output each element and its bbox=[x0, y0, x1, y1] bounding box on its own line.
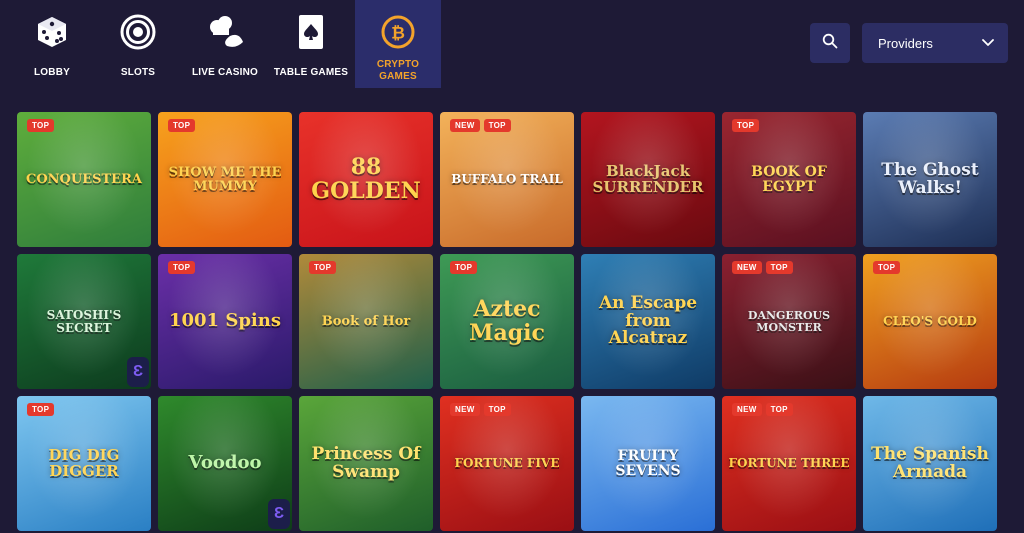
game-tile[interactable]: FORTUNE FIVE NEW TOP bbox=[440, 396, 574, 531]
game-tile[interactable]: The Ghost Walks! bbox=[863, 112, 997, 247]
game-title: BOOK OF EGYPT bbox=[751, 163, 827, 195]
badge-group: TOP bbox=[309, 261, 337, 274]
bitcoin-icon: ₿ bbox=[378, 12, 418, 52]
target-icon bbox=[118, 12, 158, 52]
playing-card-icon bbox=[291, 12, 331, 52]
badge-group: TOP bbox=[27, 403, 55, 416]
game-tile[interactable]: BUFFALO TRAIL NEW TOP bbox=[440, 112, 574, 247]
game-tile[interactable]: Princess Of Swamp bbox=[299, 396, 433, 531]
game-tile[interactable]: CONQUESTERA TOP bbox=[17, 112, 151, 247]
search-button[interactable] bbox=[810, 23, 850, 63]
new-badge: NEW bbox=[450, 403, 480, 416]
game-grid: CONQUESTERA TOP SHOW ME THE MUMMY TOP 88 GOL… bbox=[17, 112, 999, 531]
badge-group: TOP bbox=[168, 261, 196, 274]
game-title: SHOW ME THE MUMMY bbox=[168, 164, 282, 194]
svg-text:₿: ₿ bbox=[391, 24, 405, 44]
badge-group: TOP bbox=[873, 261, 901, 274]
badge-group: TOP bbox=[168, 119, 196, 132]
badge-group: TOP bbox=[732, 119, 760, 132]
game-title: An Escape from Alcatraz bbox=[598, 292, 698, 349]
game-title: BUFFALO TRAIL bbox=[451, 172, 563, 187]
top-badge: TOP bbox=[732, 119, 760, 132]
game-title: 88 GOLDEN bbox=[311, 154, 421, 204]
top-badge: TOP bbox=[168, 119, 196, 132]
game-tile[interactable]: SATOSHI'S SECRET Ɛ bbox=[17, 254, 151, 389]
nav-label: LOBBY bbox=[34, 67, 70, 78]
game-title: Aztec Magic bbox=[469, 296, 545, 346]
search-icon bbox=[822, 33, 838, 54]
game-tile[interactable]: The Spanish Armada bbox=[863, 396, 997, 531]
top-badge: TOP bbox=[765, 261, 793, 274]
badge-group: TOP bbox=[450, 261, 478, 274]
providers-dropdown[interactable]: Providers bbox=[862, 23, 1008, 63]
game-tile[interactable]: CLEO'S GOLD TOP bbox=[863, 254, 997, 389]
game-tile[interactable]: DIG DIG DIGGER TOP bbox=[17, 396, 151, 531]
game-tile[interactable]: Book of Hor TOP bbox=[299, 254, 433, 389]
top-badge: TOP bbox=[873, 261, 901, 274]
game-title: Voodoo bbox=[188, 452, 262, 474]
game-title: FORTUNE THREE bbox=[728, 456, 850, 471]
game-tile[interactable]: BOOK OF EGYPT TOP bbox=[722, 112, 856, 247]
game-tile[interactable]: SHOW ME THE MUMMY TOP bbox=[158, 112, 292, 247]
provider-logo-icon: Ɛ bbox=[268, 499, 290, 529]
top-badge: TOP bbox=[483, 403, 511, 416]
nav-label: CRYPTO GAMES bbox=[376, 59, 420, 82]
game-tile[interactable]: FORTUNE THREE NEW TOP bbox=[722, 396, 856, 531]
badge-group: NEW TOP bbox=[732, 403, 793, 416]
new-badge: NEW bbox=[732, 403, 762, 416]
provider-logo-icon: Ɛ bbox=[127, 357, 149, 387]
nav-label: SLOTS bbox=[120, 67, 156, 78]
top-badge: TOP bbox=[483, 119, 511, 132]
top-navigation: LOBBY SLOTS LIVE CASINO TABLE GAMES ₿ CR… bbox=[0, 0, 1024, 88]
game-tile[interactable]: FRUITY SEVENS bbox=[581, 396, 715, 531]
game-title: DANGEROUS MONSTER bbox=[747, 308, 831, 334]
game-tile[interactable]: 1001 Spins TOP bbox=[158, 254, 292, 389]
game-title: FRUITY SEVENS bbox=[615, 447, 681, 479]
game-tile[interactable]: BlackJack SURRENDER bbox=[581, 112, 715, 247]
chef-hat-icon bbox=[205, 12, 245, 52]
nav-crypto-games[interactable]: ₿ CRYPTO GAMES bbox=[355, 0, 441, 88]
new-badge: NEW bbox=[732, 261, 762, 274]
game-title: Princess Of Swamp bbox=[311, 443, 421, 482]
chevron-down-icon bbox=[982, 34, 994, 52]
game-title: CONQUESTERA bbox=[26, 171, 142, 187]
dice-icon bbox=[32, 12, 72, 52]
top-badge: TOP bbox=[168, 261, 196, 274]
game-tile[interactable]: DANGEROUS MONSTER NEW TOP bbox=[722, 254, 856, 389]
badge-group: NEW TOP bbox=[732, 261, 793, 274]
game-title: 1001 Spins bbox=[168, 310, 281, 332]
game-title: CLEO'S GOLD bbox=[883, 314, 977, 329]
game-tile[interactable]: Voodoo Ɛ bbox=[158, 396, 292, 531]
badge-group: TOP bbox=[27, 119, 55, 132]
nav-slots[interactable]: SLOTS bbox=[100, 0, 176, 88]
badge-group: NEW TOP bbox=[450, 119, 511, 132]
game-title: SATOSHI'S SECRET bbox=[46, 307, 122, 335]
game-title: Book of Hor bbox=[321, 313, 411, 329]
nav-table-games[interactable]: TABLE GAMES bbox=[273, 0, 349, 88]
nav-lobby[interactable]: LOBBY bbox=[14, 0, 90, 88]
top-badge: TOP bbox=[765, 403, 793, 416]
game-tile[interactable]: Aztec Magic TOP bbox=[440, 254, 574, 389]
nav-live-casino[interactable]: LIVE CASINO bbox=[187, 0, 263, 88]
game-title: The Ghost Walks! bbox=[881, 159, 979, 198]
top-badge: TOP bbox=[27, 119, 55, 132]
top-badge: TOP bbox=[309, 261, 337, 274]
new-badge: NEW bbox=[450, 119, 480, 132]
game-title: The Spanish Armada bbox=[871, 443, 989, 482]
providers-label: Providers bbox=[878, 35, 933, 51]
game-tile[interactable]: 88 GOLDEN bbox=[299, 112, 433, 247]
game-tile[interactable]: An Escape from Alcatraz bbox=[581, 254, 715, 389]
top-badge: TOP bbox=[27, 403, 55, 416]
game-title: DIG DIG DIGGER bbox=[48, 445, 120, 480]
game-title: BlackJack SURRENDER bbox=[592, 161, 704, 196]
nav-label: LIVE CASINO bbox=[191, 67, 259, 78]
nav-label: TABLE GAMES bbox=[273, 67, 349, 78]
top-badge: TOP bbox=[450, 261, 478, 274]
game-title: FORTUNE FIVE bbox=[454, 456, 560, 471]
badge-group: NEW TOP bbox=[450, 403, 511, 416]
